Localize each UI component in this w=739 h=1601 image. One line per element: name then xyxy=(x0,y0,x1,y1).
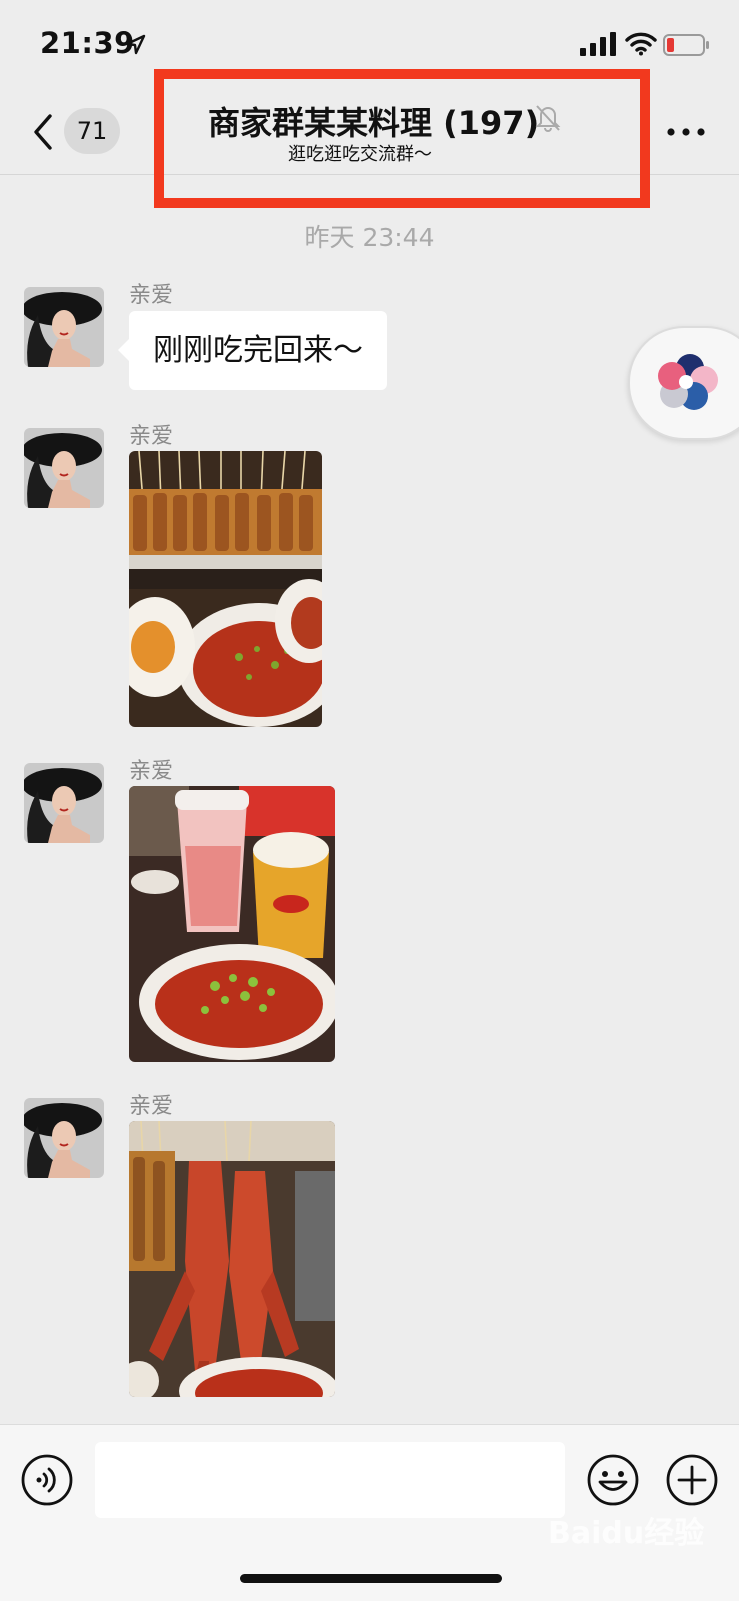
more-dots-icon[interactable] xyxy=(666,126,706,138)
avatar[interactable] xyxy=(24,1098,104,1178)
text-message-bubble[interactable]: 刚刚吃完回来～ xyxy=(118,311,387,390)
mute-bell-icon xyxy=(535,105,561,132)
wifi-icon xyxy=(625,32,657,56)
avatar[interactable] xyxy=(24,763,104,843)
skewers-and-spicy-dishes-photo[interactable] xyxy=(129,451,322,727)
avatar[interactable] xyxy=(24,287,104,367)
unread-count-badge[interactable]: 71 xyxy=(64,108,120,154)
group-subtitle: 逛吃逛吃交流群～ xyxy=(288,144,432,165)
home-indicator[interactable] xyxy=(240,1574,502,1583)
group-title: 商家群某某料理 (197) xyxy=(208,104,540,142)
location-arrow-icon xyxy=(125,34,146,55)
floating-mini-program-button[interactable] xyxy=(628,326,739,440)
mini-program-flower-icon xyxy=(658,354,718,410)
signal-bars-icon xyxy=(580,32,616,56)
sender-name: 亲爱 xyxy=(129,1094,174,1119)
emoji-icon[interactable] xyxy=(586,1453,640,1507)
status-bar: 21:39 xyxy=(0,0,739,90)
crayfish-skewers-photo[interactable] xyxy=(129,1121,335,1397)
watermark: Baidu经验 xyxy=(548,1516,705,1551)
sender-name: 亲爱 xyxy=(129,759,174,784)
back-chevron-icon[interactable] xyxy=(28,112,56,152)
message-input[interactable] xyxy=(95,1442,565,1518)
plus-icon[interactable] xyxy=(665,1453,719,1507)
message-timestamp: 昨天 23:44 xyxy=(304,223,435,252)
voice-input-icon[interactable] xyxy=(20,1453,74,1507)
sender-name: 亲爱 xyxy=(129,283,174,308)
avatar[interactable] xyxy=(24,428,104,508)
drinks-and-spicy-soup-photo[interactable] xyxy=(129,786,335,1062)
status-time: 21:39 xyxy=(40,26,135,60)
battery-low-icon xyxy=(663,34,709,56)
chat-header: 71 商家群某某料理 (197) 逛吃逛吃交流群～ xyxy=(0,90,739,175)
sender-name: 亲爱 xyxy=(129,424,174,449)
